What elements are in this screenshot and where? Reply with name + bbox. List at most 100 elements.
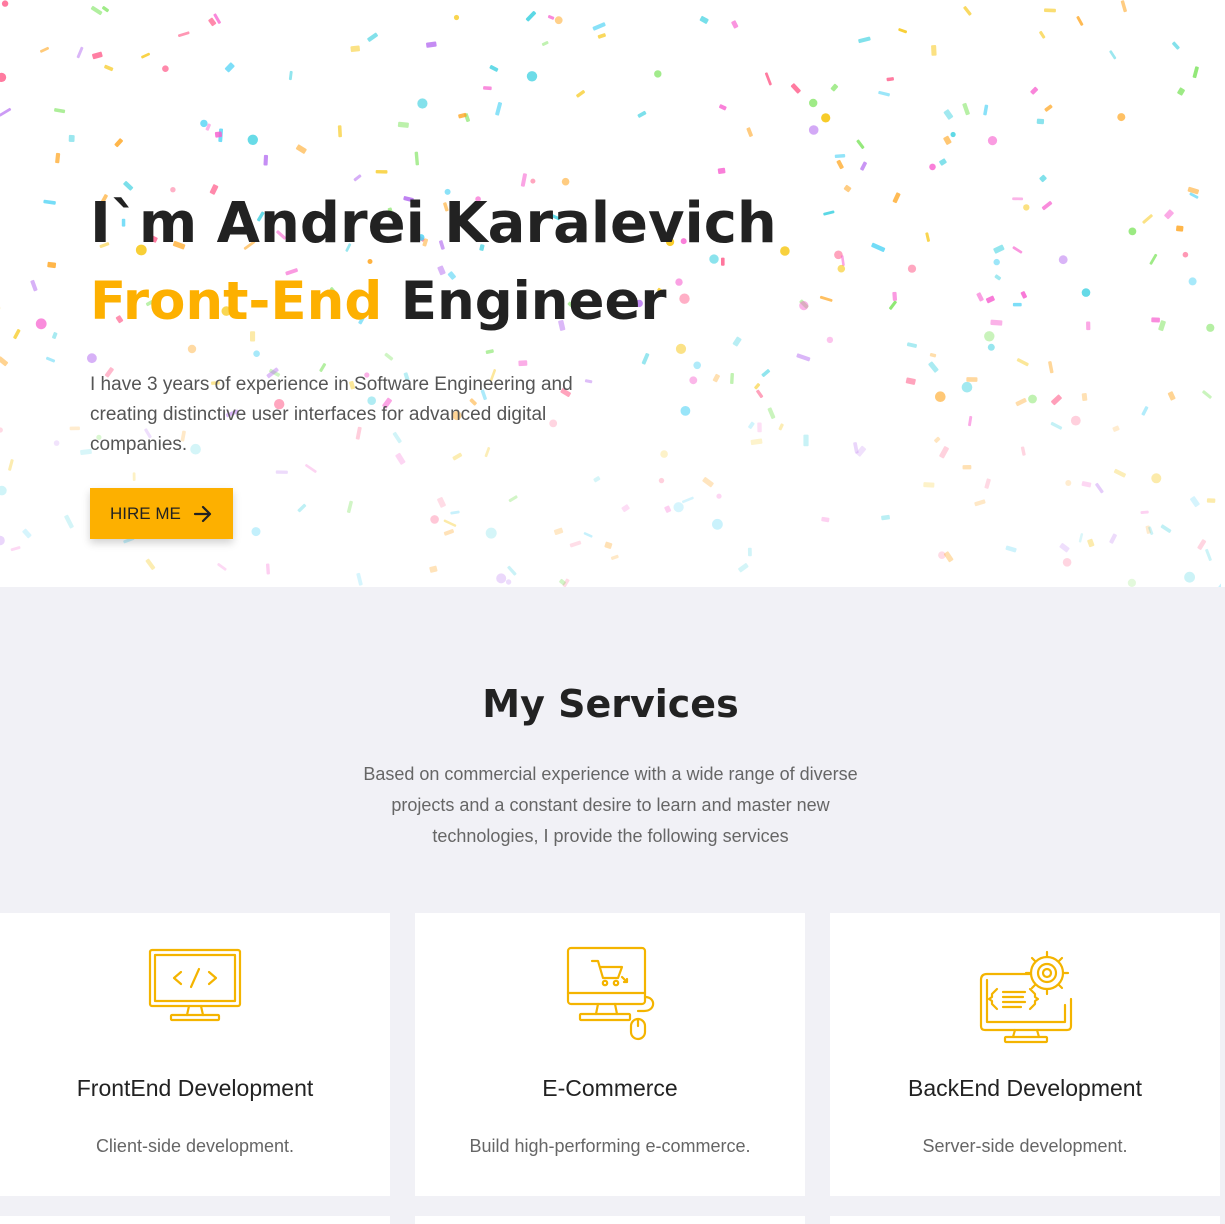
confetti-piece bbox=[892, 291, 898, 301]
service-card-frontend: FrontEnd Development Client-side develop… bbox=[0, 913, 390, 1196]
confetti-piece bbox=[414, 151, 420, 166]
confetti-piece bbox=[654, 70, 662, 78]
confetti-piece bbox=[1078, 533, 1084, 543]
confetti-piece bbox=[943, 135, 952, 145]
confetti-piece bbox=[821, 516, 830, 523]
confetti-piece bbox=[22, 528, 32, 539]
services-section: My Services Based on commercial experien… bbox=[0, 587, 1225, 1224]
confetti-piece bbox=[962, 465, 972, 470]
confetti-piece bbox=[1039, 174, 1047, 183]
confetti-piece bbox=[592, 22, 606, 31]
confetti-piece bbox=[263, 154, 269, 166]
confetti-piece bbox=[778, 423, 784, 431]
confetti-piece bbox=[738, 563, 749, 573]
confetti-piece bbox=[1140, 510, 1149, 515]
confetti-piece bbox=[200, 119, 208, 128]
confetti-piece bbox=[1176, 225, 1184, 232]
confetti-piece bbox=[47, 261, 57, 269]
confetti-piece bbox=[483, 86, 492, 91]
confetti-piece bbox=[990, 319, 1003, 326]
confetti-piece bbox=[561, 177, 570, 186]
monitor-gear-icon bbox=[979, 950, 1073, 1044]
confetti-piece bbox=[541, 41, 549, 47]
confetti-piece bbox=[1141, 406, 1149, 416]
hire-me-button[interactable]: HIRE ME bbox=[90, 488, 233, 539]
confetti-piece bbox=[826, 336, 834, 344]
confetti-piece bbox=[35, 318, 47, 330]
confetti-piece bbox=[1117, 113, 1126, 122]
confetti-piece bbox=[353, 174, 362, 182]
confetti-piece bbox=[929, 353, 937, 358]
confetti-piece bbox=[1160, 524, 1172, 533]
confetti-piece bbox=[637, 110, 647, 118]
confetti-piece bbox=[1059, 543, 1070, 553]
confetti-piece bbox=[993, 244, 1005, 254]
confetti-piece bbox=[1012, 246, 1023, 254]
confetti-piece bbox=[974, 499, 986, 507]
confetti-piece bbox=[30, 279, 38, 292]
confetti-piece bbox=[950, 131, 956, 138]
confetti-piece bbox=[530, 178, 536, 184]
confetti-piece bbox=[1182, 251, 1189, 258]
confetti-piece bbox=[1081, 481, 1092, 488]
confetti-piece bbox=[1151, 473, 1162, 484]
confetti-piece bbox=[141, 52, 151, 59]
confetti-piece bbox=[856, 139, 865, 149]
hero-role: Front-End Engineer bbox=[90, 262, 777, 342]
confetti-piece bbox=[597, 33, 606, 39]
service-title: FrontEnd Development bbox=[76, 1075, 314, 1101]
confetti-piece bbox=[1095, 482, 1104, 494]
monitor-code-icon bbox=[148, 948, 242, 1022]
confetti-piece bbox=[780, 246, 790, 256]
confetti-piece bbox=[985, 295, 995, 304]
confetti-piece bbox=[350, 45, 361, 53]
confetti-piece bbox=[288, 70, 293, 81]
arrow-right-icon bbox=[193, 505, 211, 522]
confetti-piece bbox=[52, 332, 58, 339]
confetti-piece bbox=[10, 546, 21, 552]
confetti-piece bbox=[925, 232, 931, 242]
confetti-piece bbox=[905, 377, 916, 385]
confetti-piece bbox=[1, 0, 9, 7]
confetti-piece bbox=[247, 134, 258, 145]
confetti-piece bbox=[224, 62, 235, 73]
confetti-piece bbox=[939, 158, 947, 166]
hero-section: I`m Andrei Karalevich Front-End Engineer… bbox=[0, 0, 1221, 587]
confetti-piece bbox=[526, 71, 538, 82]
confetti-piece bbox=[935, 391, 946, 403]
confetti-piece bbox=[1188, 277, 1197, 286]
confetti-piece bbox=[53, 440, 60, 446]
confetti-piece bbox=[69, 426, 80, 431]
confetti-piece bbox=[836, 159, 844, 170]
hire-me-label: HIRE ME bbox=[110, 503, 181, 523]
confetti-piece bbox=[1070, 415, 1081, 426]
confetti-piece bbox=[43, 199, 56, 205]
confetti-piece bbox=[1113, 468, 1126, 478]
confetti-piece bbox=[929, 163, 936, 171]
confetti-piece bbox=[8, 459, 14, 471]
confetti-piece bbox=[1206, 323, 1215, 332]
confetti-piece bbox=[1058, 255, 1068, 265]
confetti-piece bbox=[1044, 104, 1053, 112]
confetti-piece bbox=[0, 107, 12, 117]
confetti-piece bbox=[860, 161, 867, 171]
confetti-piece bbox=[1127, 578, 1136, 587]
confetti-piece bbox=[840, 255, 845, 267]
confetti-piece bbox=[928, 361, 939, 373]
confetti-piece bbox=[1184, 571, 1195, 583]
confetti-piece bbox=[823, 210, 835, 216]
confetti-piece bbox=[145, 558, 156, 570]
confetti-piece bbox=[496, 573, 507, 584]
service-description: Build high-performing e-commerce. bbox=[469, 1136, 751, 1156]
hero-role-rest: Engineer bbox=[382, 271, 667, 332]
service-description: Client-side development. bbox=[95, 1136, 295, 1156]
confetti-piece bbox=[367, 32, 378, 42]
confetti-piece bbox=[1015, 397, 1027, 407]
confetti-piece bbox=[426, 41, 437, 48]
confetti-piece bbox=[375, 170, 388, 174]
services-title: My Services bbox=[482, 682, 739, 726]
next-row-card-edge bbox=[830, 1216, 1220, 1224]
confetti-piece bbox=[1087, 538, 1095, 548]
confetti-piece bbox=[983, 104, 989, 116]
confetti-piece bbox=[1177, 87, 1185, 96]
